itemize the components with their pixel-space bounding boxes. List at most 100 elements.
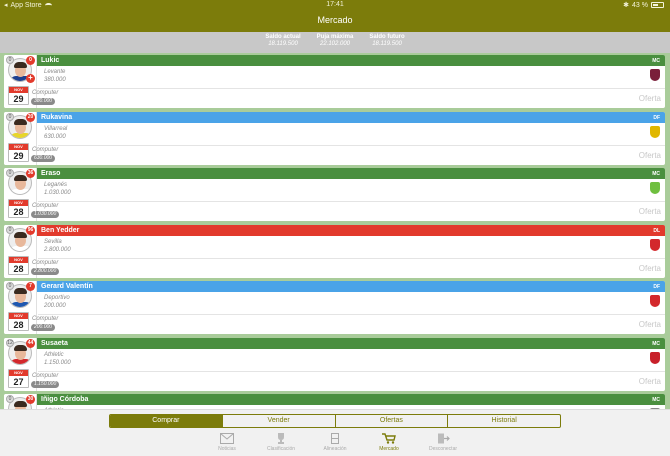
buyer-name: Computer xyxy=(32,316,59,322)
segment-comprar[interactable]: Comprar xyxy=(110,415,222,427)
player-position: MC xyxy=(652,340,660,347)
player-team: Levante xyxy=(44,69,66,75)
expiry-date: NOV 29 xyxy=(8,86,29,105)
offer-value-pill: 1.150.000 xyxy=(31,380,60,388)
points-badge: 0 xyxy=(6,282,14,290)
player-card[interactable]: 0 0 + NOV 29 Lukic MC Levante 380.000 Co… xyxy=(4,55,665,108)
player-position: MC xyxy=(652,58,660,64)
tab-alineacion[interactable]: Alineación xyxy=(310,433,360,452)
tab-clasificacion[interactable]: Clasificación xyxy=(256,433,306,452)
tab-label: Clasificación xyxy=(266,446,296,452)
player-header: Susaeta MC xyxy=(37,337,665,349)
divider xyxy=(38,88,665,89)
status-badge: 0 xyxy=(26,56,35,65)
offer-value-pill: 200.000 xyxy=(31,324,56,331)
battery-icon xyxy=(651,2,664,8)
balance-max-bid: Puja máxima 22.102.000 xyxy=(309,32,361,53)
player-position: DF xyxy=(653,284,660,290)
player-team: Leganés xyxy=(44,182,68,188)
player-name: Eraso xyxy=(41,170,61,177)
status-badge: 96 xyxy=(26,225,35,235)
trophy-icon xyxy=(274,433,288,444)
player-name: Iñigo Córdoba xyxy=(41,396,89,403)
balance-current: Saldo actual 18.119.500 xyxy=(257,32,309,53)
expiry-date: NOV 28 xyxy=(8,199,29,218)
segment-historial[interactable]: Historial xyxy=(447,415,560,427)
offer-button[interactable]: Oferta xyxy=(639,377,661,386)
tab-bar: Noticias Clasificación Alineación Mercad… xyxy=(0,431,670,456)
date-day: 27 xyxy=(13,376,24,387)
player-value: 1.150.000 xyxy=(44,359,71,366)
player-value: 630.000 xyxy=(44,133,66,140)
divider xyxy=(38,257,665,259)
player-name: Lukic xyxy=(41,57,60,64)
player-name: Susaeta xyxy=(41,339,68,347)
envelope-icon xyxy=(220,433,234,444)
segment-bar: Comprar Vender Ofertas Historial xyxy=(0,409,670,431)
tab-label: Desconectar xyxy=(428,446,458,452)
player-header: Eraso MC xyxy=(37,168,665,179)
tab-noticias[interactable]: Noticias xyxy=(202,433,252,452)
tab-label: Mercado xyxy=(379,446,399,452)
player-team: Deportivo xyxy=(44,295,70,301)
page-title: Mercado xyxy=(317,15,353,25)
offer-button[interactable]: Oferta xyxy=(639,94,661,103)
offer-value-pill: 1.030.000 xyxy=(31,211,60,218)
player-value: 1.030.000 xyxy=(44,190,71,196)
player-list[interactable]: 0 0 + NOV 29 Lukic MC Levante 380.000 Co… xyxy=(0,53,670,409)
tab-mercado[interactable]: Mercado xyxy=(364,433,414,452)
player-card[interactable]: 0 36 NOV 28 Eraso MC Leganés 1.030.000 C… xyxy=(4,168,665,221)
player-name: Rukavina xyxy=(41,113,73,121)
player-position: MC xyxy=(652,171,660,177)
offer-button[interactable]: Oferta xyxy=(639,320,661,329)
date-day: 28 xyxy=(13,320,24,330)
player-header: Lukic MC xyxy=(37,55,665,66)
status-badge: 7 xyxy=(26,282,35,291)
status-badge: 44 xyxy=(26,338,35,348)
player-header: Ben Yedder DL xyxy=(37,224,665,236)
divider xyxy=(38,201,665,202)
bluetooth-icon: ✱ xyxy=(623,2,630,9)
team-crest-icon xyxy=(650,295,660,307)
status-badge: 36 xyxy=(26,169,35,178)
clock: 17:41 xyxy=(326,1,344,8)
date-day: 28 xyxy=(13,207,24,217)
points-badge: 0 xyxy=(6,225,14,234)
date-day: 29 xyxy=(13,94,24,104)
expiry-date: NOV 28 xyxy=(8,312,29,331)
offer-button[interactable]: Oferta xyxy=(639,264,661,273)
expiry-date: NOV 28 xyxy=(8,255,29,275)
player-name: Gerard Valentín xyxy=(41,283,93,290)
player-card[interactable]: 0 7 NOV 28 Gerard Valentín DF Deportivo … xyxy=(4,281,665,334)
segment-ofertas[interactable]: Ofertas xyxy=(334,415,448,427)
offer-value-pill: 380.000 xyxy=(31,98,56,105)
player-card[interactable]: 0 30 Iñigo Córdoba MC Athletic xyxy=(4,394,665,409)
balance-value: 18.119.500 xyxy=(372,41,402,47)
status-badge: 20 xyxy=(26,112,35,122)
balance-bar: Saldo actual 18.119.500 Puja máxima 22.1… xyxy=(0,32,670,53)
expiry-date: NOV 29 xyxy=(8,142,29,162)
offer-button[interactable]: Oferta xyxy=(639,151,661,160)
balance-label: Saldo actual xyxy=(265,34,301,40)
battery-percent: 43 % xyxy=(632,1,648,9)
player-header: Gerard Valentín DF xyxy=(37,281,665,292)
player-card[interactable]: 12 44 NOV 27 Susaeta MC Athletic 1.150.0… xyxy=(4,337,665,391)
points-badge: 0 xyxy=(6,56,14,64)
divider xyxy=(38,144,665,146)
player-card[interactable]: 0 20 NOV 29 Rukavina DF Villarreal 630.0… xyxy=(4,111,665,165)
balance-label: Saldo futuro xyxy=(369,34,405,40)
status-badge: 30 xyxy=(26,395,35,404)
offer-value-pill: 630.000 xyxy=(31,154,56,162)
tab-label: Noticias xyxy=(218,446,236,452)
nav-bar: Mercado xyxy=(0,10,670,32)
offer-button[interactable]: Oferta xyxy=(639,207,661,216)
segment-vender[interactable]: Vender xyxy=(221,415,335,427)
balance-value: 18.119.500 xyxy=(268,41,298,47)
buyer-name: Computer xyxy=(32,259,59,266)
team-crest-icon xyxy=(650,69,660,81)
player-team: Villarreal xyxy=(44,125,68,132)
tab-desconectar[interactable]: Desconectar xyxy=(418,433,468,452)
points-badge: 0 xyxy=(6,112,14,121)
date-day: 29 xyxy=(13,150,24,161)
player-card[interactable]: 0 96 NOV 28 Ben Yedder DL Sevilla 2.800.… xyxy=(4,224,665,278)
